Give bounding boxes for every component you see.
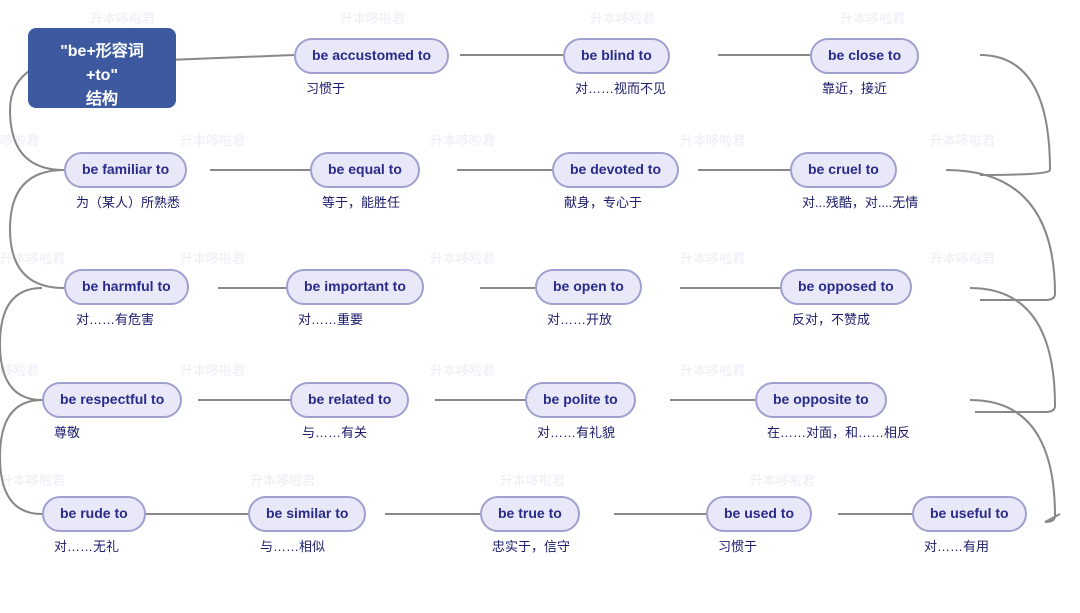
phrase-pill-n11: be opposed to	[780, 269, 912, 305]
phrase-meaning-n8: 对……有危害	[76, 309, 154, 328]
phrase-pill-n1: be accustomed to	[294, 38, 449, 74]
phrase-meaning-n2: 对……视而不见	[575, 78, 666, 97]
phrase-meaning-n17: 与……相似	[260, 536, 325, 555]
title-box: "be+形容词+to"结构	[28, 28, 176, 108]
phrase-meaning-n5: 等于，能胜任	[322, 192, 400, 211]
phrase-node-n8: be harmful to 对……有危害	[64, 269, 189, 328]
phrase-meaning-n6: 献身，专心于	[564, 192, 642, 211]
phrase-node-n5: be equal to 等于，能胜任	[310, 152, 420, 211]
phrase-pill-n15: be opposite to	[755, 382, 887, 418]
phrase-node-n20: be useful to 对……有用	[912, 496, 1027, 555]
watermark: 哆啦君	[0, 130, 39, 149]
phrase-pill-n2: be blind to	[563, 38, 670, 74]
phrase-meaning-n16: 对……无礼	[54, 536, 119, 555]
phrase-meaning-n13: 与……有关	[302, 422, 367, 441]
phrase-meaning-n3: 靠近，接近	[822, 78, 887, 97]
watermark: 升本哆啦君	[0, 248, 65, 267]
phrase-pill-n9: be important to	[286, 269, 424, 305]
phrase-pill-n4: be familiar to	[64, 152, 187, 188]
watermark: 哆啦君	[0, 360, 39, 379]
watermark: 升本哆啦君	[0, 470, 65, 489]
watermark: 升本哆啦君	[340, 8, 405, 27]
watermark: 升本哆啦君	[930, 248, 995, 267]
phrase-node-n10: be open to 对……开放	[535, 269, 642, 328]
watermark: 升本哆啦君	[680, 248, 745, 267]
phrase-meaning-n11: 反对，不赞成	[792, 309, 870, 328]
phrase-meaning-n14: 对……有礼貌	[537, 422, 615, 441]
phrase-pill-n5: be equal to	[310, 152, 420, 188]
phrase-node-n19: be used to 习惯于	[706, 496, 812, 555]
watermark: 升本哆啦君	[430, 248, 495, 267]
phrase-meaning-n19: 习惯于	[718, 536, 757, 555]
phrase-node-n6: be devoted to 献身，专心于	[552, 152, 679, 211]
phrase-pill-n12: be respectful to	[42, 382, 182, 418]
watermark: 升本哆啦君	[590, 8, 655, 27]
phrase-meaning-n10: 对……开放	[547, 309, 612, 328]
phrase-pill-n20: be useful to	[912, 496, 1027, 532]
phrase-meaning-n12: 尊敬	[54, 422, 80, 441]
phrase-node-n16: be rude to 对……无礼	[42, 496, 146, 555]
phrase-pill-n6: be devoted to	[552, 152, 679, 188]
phrase-node-n11: be opposed to 反对，不赞成	[780, 269, 912, 328]
watermark: 升本哆啦君	[180, 130, 245, 149]
watermark: 升本哆啦君	[180, 248, 245, 267]
phrase-node-n2: be blind to 对……视而不见	[563, 38, 670, 97]
watermark: 升本哆啦君	[90, 8, 155, 27]
phrase-pill-n10: be open to	[535, 269, 642, 305]
phrase-pill-n18: be true to	[480, 496, 580, 532]
phrase-meaning-n4: 为（某人）所熟悉	[76, 192, 180, 211]
watermark: 升本哆啦君	[180, 360, 245, 379]
watermark: 升本哆啦君	[840, 8, 905, 27]
phrase-pill-n16: be rude to	[42, 496, 146, 532]
phrase-node-n15: be opposite to 在……对面，和……相反	[755, 382, 910, 441]
phrase-node-n1: be accustomed to 习惯于	[294, 38, 449, 97]
phrase-pill-n8: be harmful to	[64, 269, 189, 305]
phrase-node-n9: be important to 对……重要	[286, 269, 424, 328]
phrase-meaning-n18: 忠实于，信守	[492, 536, 570, 555]
phrase-pill-n13: be related to	[290, 382, 409, 418]
phrase-node-n12: be respectful to 尊敬	[42, 382, 182, 441]
phrase-node-n13: be related to 与……有关	[290, 382, 409, 441]
phrase-meaning-n20: 对……有用	[924, 536, 989, 555]
phrase-pill-n17: be similar to	[248, 496, 366, 532]
phrase-pill-n7: be cruel to	[790, 152, 897, 188]
phrase-meaning-n15: 在……对面，和……相反	[767, 422, 910, 441]
phrase-node-n17: be similar to 与……相似	[248, 496, 366, 555]
phrase-pill-n19: be used to	[706, 496, 812, 532]
watermark: 升本哆啦君	[680, 130, 745, 149]
phrase-node-n3: be close to 靠近，接近	[810, 38, 919, 97]
watermark: 升本哆啦君	[250, 470, 315, 489]
watermark: 升本哆啦君	[430, 360, 495, 379]
phrase-node-n14: be polite to 对……有礼貌	[525, 382, 636, 441]
phrase-meaning-n9: 对……重要	[298, 309, 363, 328]
watermark: 升本哆啦君	[680, 360, 745, 379]
title-text: "be+形容词+to"结构	[60, 43, 144, 108]
phrase-node-n4: be familiar to 为（某人）所熟悉	[64, 152, 187, 211]
watermark: 升本哆啦君	[750, 470, 815, 489]
watermark: 升本哆啦君	[500, 470, 565, 489]
phrase-node-n18: be true to 忠实于，信守	[480, 496, 580, 555]
phrase-node-n7: be cruel to 对...残酷，对....无情	[790, 152, 918, 211]
phrase-meaning-n1: 习惯于	[306, 78, 345, 97]
watermark: 升本哆啦君	[430, 130, 495, 149]
phrase-pill-n14: be polite to	[525, 382, 636, 418]
watermark: 升本哆啦君	[930, 130, 995, 149]
phrase-meaning-n7: 对...残酷，对....无情	[802, 192, 918, 211]
canvas: 升本哆啦君 升本哆啦君 升本哆啦君 升本哆啦君 哆啦君 升本哆啦君 升本哆啦君 …	[0, 0, 1080, 613]
phrase-pill-n3: be close to	[810, 38, 919, 74]
